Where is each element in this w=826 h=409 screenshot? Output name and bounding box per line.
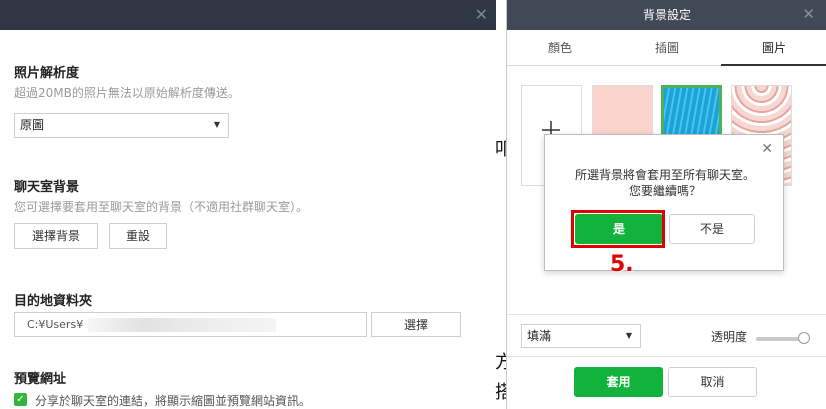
opacity-slider-knob[interactable]	[798, 332, 810, 344]
fill-select[interactable]: 填滿 ▼	[521, 324, 641, 348]
tab-color[interactable]: 顏色	[507, 30, 613, 66]
preview-url-label: 分享於聊天室的連結，將顯示縮圖並預覽網站資訊。	[35, 394, 312, 408]
preview-url-title: 預覽網址	[14, 372, 67, 387]
background-tabs: 顏色 插圖 圖片	[507, 30, 826, 66]
photo-resolution-select[interactable]: 原圖 ▼	[14, 113, 229, 138]
reset-button[interactable]: 重設	[109, 223, 167, 249]
close-icon[interactable]: ✕	[761, 141, 773, 157]
photo-resolution-desc: 超過20MB的照片無法以原始解析度傳送。	[14, 86, 240, 100]
chat-background-title: 聊天室背景	[14, 180, 80, 195]
caret-down-icon: ▼	[213, 120, 220, 129]
settings-titlebar: ✕	[0, 0, 496, 30]
caret-down-icon: ▼	[625, 331, 632, 340]
tab-image[interactable]: 圖片	[721, 30, 826, 66]
select-background-button[interactable]: 選擇背景	[14, 223, 98, 249]
highlight-box	[571, 210, 665, 248]
cancel-button[interactable]: 取消	[668, 367, 757, 397]
apply-button[interactable]: 套用	[574, 367, 663, 397]
destination-folder-title: 目的地資料夾	[14, 294, 93, 309]
close-icon[interactable]: ✕	[475, 5, 488, 24]
photo-resolution-value: 原圖	[20, 118, 45, 132]
close-icon[interactable]: ✕	[802, 5, 815, 23]
window-title: 背景設定	[642, 8, 691, 22]
select-folder-button[interactable]: 選擇	[371, 312, 461, 337]
tab-illustration[interactable]: 插圖	[614, 30, 720, 66]
no-button[interactable]: 不是	[669, 214, 755, 244]
folder-path-value: C:¥Users¥	[27, 318, 84, 331]
footer-bar	[507, 356, 826, 409]
opacity-slider-track[interactable]	[756, 337, 804, 341]
check-icon: ✓	[16, 394, 25, 405]
fill-select-value: 填滿	[527, 329, 552, 343]
background-titlebar: 背景設定 ✕	[507, 0, 826, 30]
opacity-label: 透明度	[711, 330, 748, 344]
chat-background-desc: 您可選擇要套用至聊天室的背景（不適用社群聊天室）。	[14, 200, 309, 214]
confirm-dialog: ✕ 所選背景將會套用至所有聊天室。 您要繼續嗎？ 是 不是	[544, 134, 784, 271]
settings-window: ✕ 照片解析度 超過20MB的照片無法以原始解析度傳送。 原圖 ▼ 聊天室背景 …	[0, 0, 496, 409]
dialog-message-line2: 您要繼續嗎？	[628, 184, 701, 198]
redacted-path-mask	[88, 318, 276, 332]
folder-path-field[interactable]: C:¥Users¥	[14, 312, 367, 337]
step-label: 5.	[610, 252, 634, 277]
dialog-message-line1: 所選背景將會套用至所有聊天室。	[574, 168, 755, 182]
preview-url-checkbox[interactable]: ✓	[14, 393, 27, 406]
photo-resolution-title: 照片解析度	[14, 66, 80, 81]
